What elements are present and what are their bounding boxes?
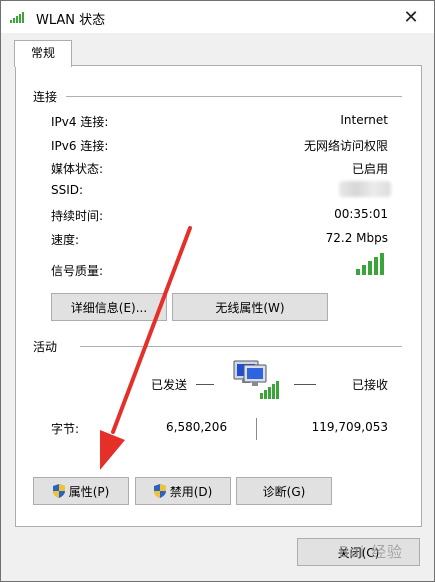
properties-button-label: 属性(P) bbox=[68, 484, 110, 499]
diagnose-button[interactable]: 诊断(G) bbox=[236, 477, 332, 505]
connection-divider bbox=[66, 96, 402, 97]
details-button-label: 详细信息(E)... bbox=[70, 300, 148, 315]
media-state-label: 媒体状态: bbox=[51, 162, 104, 176]
signal-bar bbox=[362, 265, 366, 275]
disable-button[interactable]: 禁用(D) bbox=[135, 477, 231, 505]
ssid-label: SSID: bbox=[51, 183, 84, 197]
disable-button-label: 禁用(D) bbox=[169, 484, 213, 499]
media-state-value: 已启用 bbox=[351, 162, 388, 176]
wireless-properties-label: 无线属性(W) bbox=[215, 300, 285, 315]
ipv6-value: 无网络访问权限 bbox=[303, 139, 388, 153]
properties-button[interactable]: 属性(P) bbox=[33, 477, 129, 505]
connection-section-title: 连接 bbox=[33, 90, 58, 104]
bytes-received-value: 119,709,053 bbox=[311, 420, 388, 434]
received-dash bbox=[294, 384, 316, 385]
shield-icon bbox=[52, 484, 65, 498]
window-title: WLAN 状态 bbox=[36, 13, 106, 28]
ipv4-value: Internet bbox=[340, 113, 388, 127]
activity-divider bbox=[80, 346, 402, 347]
signal-quality-label: 信号质量: bbox=[51, 264, 104, 278]
signal-bar bbox=[380, 253, 384, 275]
bytes-sent-value: 6,580,206 bbox=[166, 420, 228, 434]
watermark: Bai 经验 bbox=[338, 543, 403, 561]
duration-value: 00:35:01 bbox=[334, 207, 388, 221]
shield-icon bbox=[153, 484, 166, 498]
duration-label: 持续时间: bbox=[51, 209, 104, 223]
diagnose-button-label: 诊断(G) bbox=[262, 484, 306, 499]
sent-dash bbox=[196, 384, 214, 385]
received-label: 已接收 bbox=[351, 378, 388, 392]
signal-strength-icon bbox=[356, 253, 384, 275]
speed-value: 72.2 Mbps bbox=[325, 231, 388, 245]
title-bar: WLAN 状态 ✕ bbox=[1, 1, 434, 33]
signal-bar bbox=[368, 261, 372, 275]
bytes-label: 字节: bbox=[51, 422, 80, 436]
signal-bar bbox=[374, 257, 378, 275]
ipv4-label: IPv4 连接: bbox=[51, 115, 109, 129]
wlan-status-dialog: WLAN 状态 ✕ 常规 连接 IPv4 连接: Internet IPv6 连… bbox=[0, 0, 435, 582]
details-button[interactable]: 详细信息(E)... bbox=[51, 293, 167, 321]
general-tab-panel: 连接 IPv4 连接: Internet IPv6 连接: 无网络访问权限 媒体… bbox=[15, 65, 422, 527]
background-window-edge bbox=[1, 153, 7, 233]
wifi-signal-icon bbox=[10, 12, 24, 23]
bytes-divider bbox=[256, 418, 257, 440]
wireless-properties-button[interactable]: 无线属性(W) bbox=[172, 293, 328, 321]
speed-label: 速度: bbox=[51, 233, 80, 247]
sent-label: 已发送 bbox=[151, 378, 188, 392]
ipv6-label: IPv6 连接: bbox=[51, 139, 109, 153]
network-computers-icon bbox=[233, 360, 279, 399]
ssid-value-redacted bbox=[339, 181, 391, 197]
close-icon[interactable]: ✕ bbox=[388, 1, 434, 33]
activity-section-title: 活动 bbox=[33, 340, 58, 354]
signal-bar bbox=[356, 269, 360, 275]
tab-general[interactable]: 常规 bbox=[14, 40, 72, 67]
